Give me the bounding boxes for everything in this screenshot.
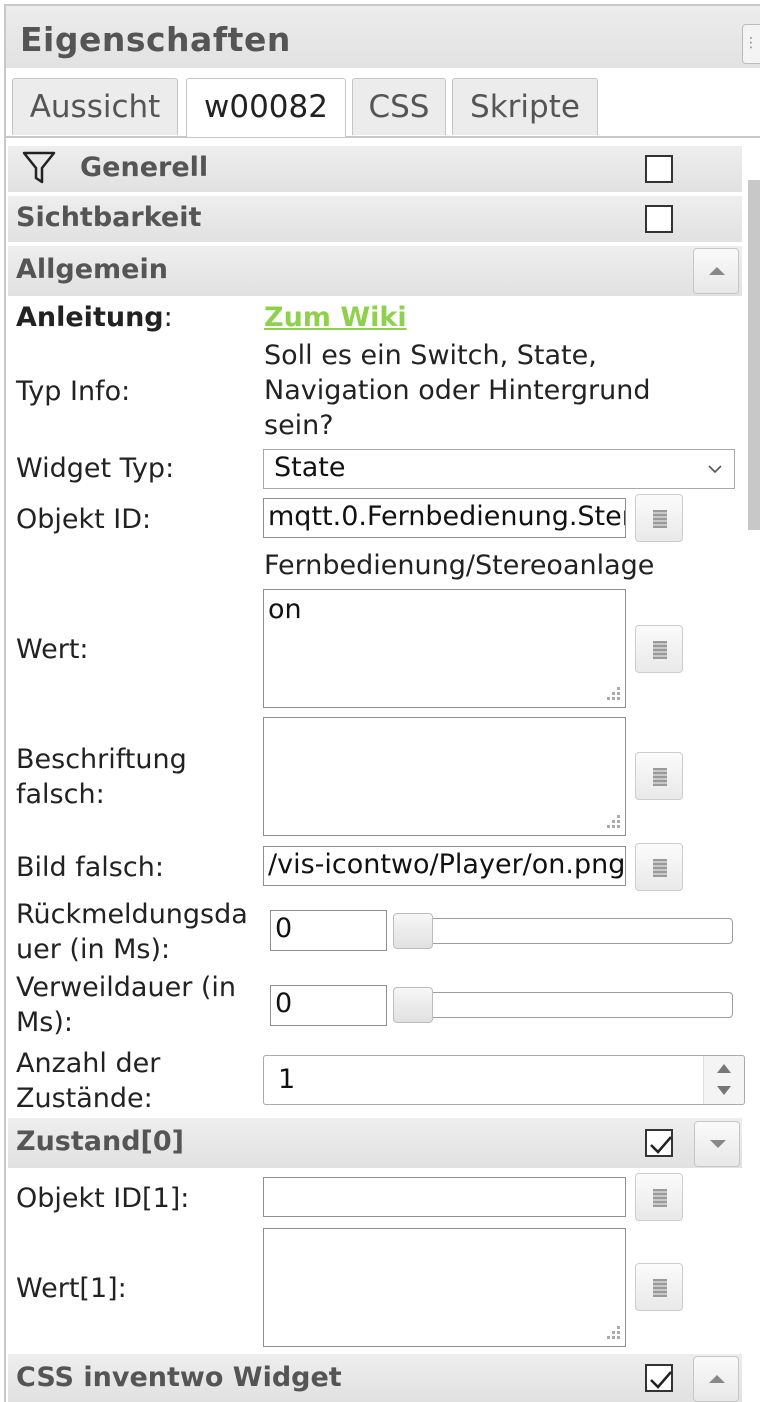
spinner-buttons xyxy=(703,1056,744,1104)
objekt-id-input[interactable]: mqtt.0.Fernbedienung.Stereoanlage xyxy=(263,498,626,538)
document-icon xyxy=(653,768,667,786)
document-icon xyxy=(653,859,667,877)
chevron-up-icon xyxy=(709,267,725,275)
resize-grip-icon[interactable] xyxy=(601,683,621,703)
panel-border-left xyxy=(4,4,6,1402)
filter-icon[interactable] xyxy=(22,150,56,186)
sichtbarkeit-checkbox[interactable] xyxy=(645,205,673,233)
document-icon xyxy=(653,1279,667,1297)
beschriftung-falsch-label: Beschriftung falsch: xyxy=(16,744,187,810)
anzahl-zustaende-value: 1 xyxy=(278,1064,296,1095)
zum-wiki-link[interactable]: Zum Wiki xyxy=(264,300,407,335)
bild-falsch-select-button[interactable] xyxy=(635,843,683,891)
anzahl-zustaende-spinner[interactable]: 1 xyxy=(263,1055,745,1105)
panel-grip-handle[interactable]: ⋮⋮ xyxy=(742,24,760,64)
bild-falsch-label: Bild falsch: xyxy=(16,852,164,883)
typ-info-value: Soll es ein Switch, State, Navigation od… xyxy=(264,340,651,441)
checkmark-icon xyxy=(650,1371,672,1389)
anzahl-zustaende-label: Anzahl der Zustände: xyxy=(16,1048,161,1114)
group-sichtbarkeit[interactable]: Sichtbarkeit xyxy=(8,196,742,242)
chevron-up-icon xyxy=(709,1375,725,1383)
verweildauer-slider[interactable] xyxy=(393,987,733,1023)
checkmark-icon xyxy=(650,1136,672,1154)
rueckmeldungsdauer-input[interactable]: 0 xyxy=(270,910,387,951)
group-generell-label: Generell xyxy=(80,152,209,183)
vertical-scrollbar[interactable] xyxy=(748,180,760,530)
verweildauer-input[interactable]: 0 xyxy=(270,985,387,1026)
wert-1-textarea[interactable] xyxy=(263,1228,626,1347)
tab-bar: Aussicht w00082 CSS Skripte xyxy=(6,68,760,138)
group-zustand-0[interactable]: Zustand[0] xyxy=(8,1118,742,1168)
wert-textarea-value: on xyxy=(268,594,302,625)
wert-label: Wert: xyxy=(16,634,89,665)
generell-checkbox[interactable] xyxy=(645,155,673,183)
group-css-inventwo-label: CSS inventwo Widget xyxy=(16,1362,342,1393)
group-css-inventwo[interactable]: CSS inventwo Widget xyxy=(8,1354,742,1402)
tab-skripte[interactable]: Skripte xyxy=(452,78,598,135)
group-generell[interactable]: Generell xyxy=(8,146,742,192)
wert-1-select-button[interactable] xyxy=(635,1263,683,1311)
chevron-down-icon xyxy=(708,465,722,474)
chevron-down-icon xyxy=(710,1140,726,1148)
document-icon xyxy=(653,641,667,659)
group-allgemein-label: Allgemein xyxy=(16,254,168,285)
typ-info-label: Typ Info: xyxy=(16,376,131,407)
panel-header: Eigenschaften ⋮⋮ xyxy=(6,6,760,69)
widget-typ-label: Widget Typ: xyxy=(16,453,175,484)
wert-textarea[interactable]: on xyxy=(263,589,626,708)
objekt-id-select-button[interactable] xyxy=(635,494,683,542)
tab-w00082[interactable]: w00082 xyxy=(186,78,346,137)
tab-css[interactable]: CSS xyxy=(352,78,446,135)
objekt-id-1-select-button[interactable] xyxy=(635,1173,683,1221)
wert-select-button[interactable] xyxy=(635,625,683,673)
bild-falsch-input[interactable]: /vis-icontwo/Player/on.png xyxy=(263,846,626,886)
verweildauer-label: Verweildauer (in Ms): xyxy=(16,972,237,1038)
css-inventwo-collapse-button[interactable] xyxy=(693,1356,739,1402)
group-zustand-0-label: Zustand[0] xyxy=(16,1126,185,1157)
objekt-id-label: Objekt ID: xyxy=(16,504,152,535)
rueckmeldungsdauer-label: Rückmeldungsdauer (in Ms): xyxy=(16,899,248,965)
properties-panel: Eigenschaften ⋮⋮ Aussicht w00082 CSS Skr… xyxy=(0,0,760,1402)
beschriftung-falsch-select-button[interactable] xyxy=(635,752,683,800)
document-icon xyxy=(653,1189,667,1207)
beschriftung-falsch-textarea[interactable] xyxy=(263,717,626,836)
widget-typ-select-value: State xyxy=(274,452,346,483)
objekt-id-hint: Fernbedienung/Stereoanlage xyxy=(264,550,655,581)
resize-grip-icon[interactable] xyxy=(601,1322,621,1342)
css-inventwo-checkbox[interactable] xyxy=(645,1364,673,1392)
group-allgemein[interactable]: Allgemein xyxy=(8,246,742,296)
group-sichtbarkeit-label: Sichtbarkeit xyxy=(16,202,202,233)
wert-1-label: Wert[1]: xyxy=(16,1273,127,1304)
resize-grip-icon[interactable] xyxy=(601,811,621,831)
panel-title: Eigenschaften xyxy=(20,20,291,59)
objekt-id-1-label: Objekt ID[1]: xyxy=(16,1183,190,1214)
slider-handle[interactable] xyxy=(393,987,433,1023)
objekt-id-1-input[interactable] xyxy=(263,1177,626,1217)
rueckmeldungsdauer-slider[interactable] xyxy=(393,913,733,949)
slider-handle[interactable] xyxy=(393,913,433,949)
spinner-down-icon[interactable] xyxy=(717,1086,731,1095)
anleitung-label: Anleitung: xyxy=(16,302,173,333)
document-icon xyxy=(653,510,667,528)
spinner-up-icon[interactable] xyxy=(717,1064,731,1073)
zustand-0-checkbox[interactable] xyxy=(645,1129,673,1157)
tab-aussicht[interactable]: Aussicht xyxy=(12,78,178,135)
zustand-0-expand-button[interactable] xyxy=(694,1121,740,1167)
allgemein-collapse-button[interactable] xyxy=(693,248,739,294)
widget-typ-select[interactable]: State xyxy=(263,449,735,489)
